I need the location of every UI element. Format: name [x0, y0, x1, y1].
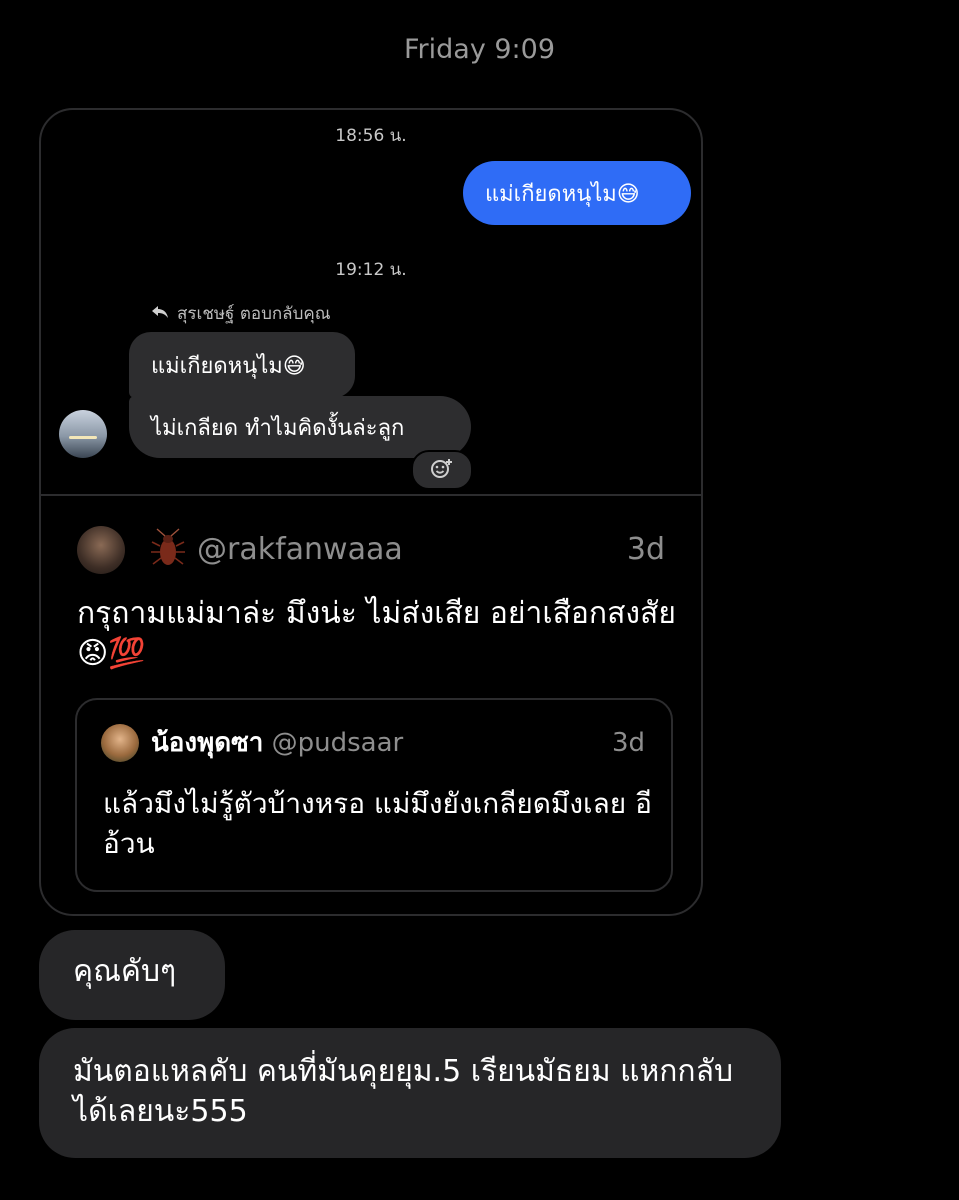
shared-post-card[interactable]: 18:56 น. แม่เกียดหนุไม😅 19:12 น. สุรเชษฐ… — [39, 108, 703, 916]
quoted-author-handle[interactable]: @pudsaar — [272, 728, 404, 758]
post-author-handle[interactable]: @rakfanwaaa — [197, 530, 403, 570]
add-reaction-icon — [430, 457, 454, 483]
received-message-bubble[interactable]: มันตอแหลคับ คนที่มันคุยยุม.5 เรียนมัธยม … — [39, 1028, 781, 1158]
quoted-reply-text: แม่เกียดหนุไม😅 — [151, 353, 306, 379]
received-message-text: คุณคับๆ — [73, 954, 177, 989]
post-time: 3d — [626, 532, 665, 567]
post-text: กรุถามแม่มาล่ะ มึงน่ะ ไม่ส่งเสีย อย่าเสื… — [77, 596, 676, 671]
reply-label: สุรเชษฐ์ ตอบกลับคุณ — [177, 304, 331, 324]
message-timestamp: 19:12 น. — [335, 260, 407, 280]
received-message-text: ไม่เกลียด ทำไมคิดงั้นล่ะลูก — [151, 415, 405, 441]
quoted-post-text: แล้วมึงไม่รู้ตัวบ้างหรอ แม่มึงยังเกลียดม… — [103, 787, 652, 860]
message-timestamp: 18:56 น. — [335, 126, 407, 146]
quoted-author-name[interactable]: น้องพุดซา — [151, 728, 263, 758]
add-reaction-button[interactable] — [411, 450, 473, 490]
divider — [41, 494, 701, 496]
received-message-text: มันตอแหลคับ คนที่มันคุยยุม.5 เรียนมัธยม … — [73, 1054, 734, 1129]
post-author-avatar[interactable] — [77, 526, 125, 574]
reply-header: สุรเชษฐ์ ตอบกลับคุณ — [151, 300, 331, 327]
reply-arrow-icon — [151, 304, 169, 324]
received-message-bubble[interactable]: ไม่เกลียด ทำไมคิดงั้นล่ะลูก — [129, 396, 471, 458]
conversation-timestamp: Friday 9:09 — [403, 34, 556, 65]
avatar[interactable] — [59, 410, 107, 458]
sent-message-text: แม่เกียดหนุไม😅 — [485, 181, 640, 207]
cockroach-emoji-icon — [149, 528, 187, 574]
received-message-bubble[interactable]: คุณคับๆ — [39, 930, 225, 1020]
quoted-post[interactable]: น้องพุดซา @pudsaar 3d แล้วมึงไม่รู้ตัวบ้… — [75, 698, 673, 892]
quoted-author-avatar[interactable] — [101, 724, 139, 762]
sent-message-bubble[interactable]: แม่เกียดหนุไม😅 — [463, 161, 691, 225]
quoted-post-time: 3d — [611, 728, 645, 758]
quoted-reply-bubble[interactable]: แม่เกียดหนุไม😅 — [129, 332, 355, 398]
